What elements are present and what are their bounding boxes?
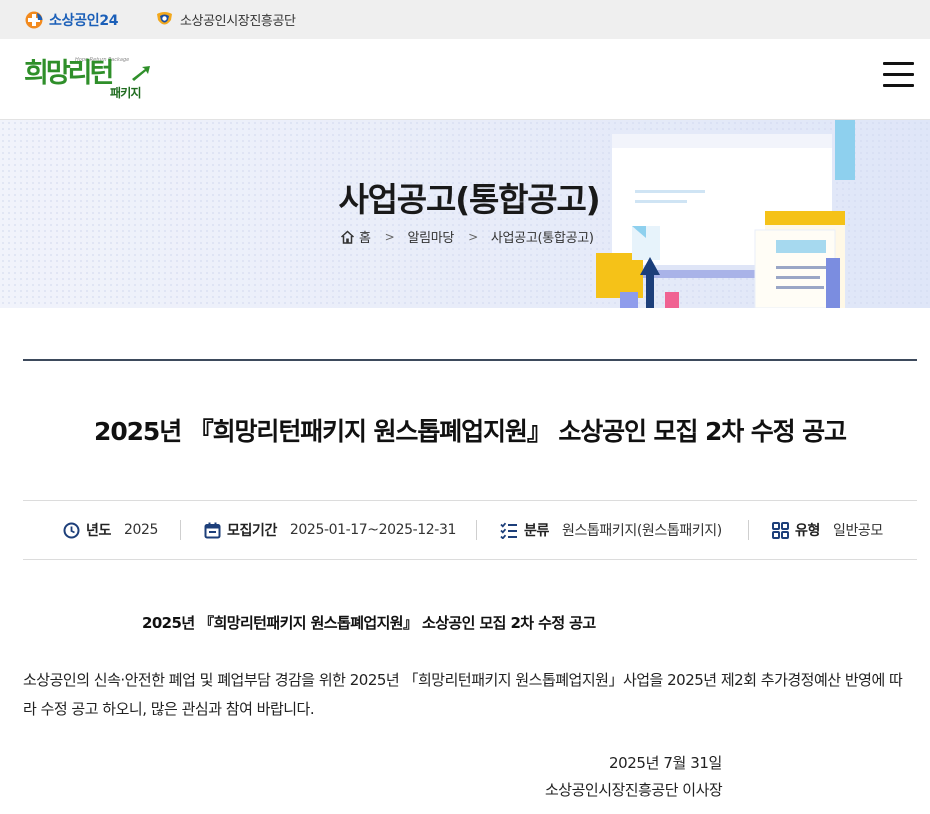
menu-line: [883, 73, 914, 76]
meta-type-label: 유형: [795, 523, 820, 539]
site-logo[interactable]: Hope Return Package 희망리턴 패키지: [24, 53, 150, 103]
meta-type-value: 일반공모: [832, 523, 883, 539]
semas-label: 소상공인시장진흥공단: [180, 14, 296, 29]
meta-year-label: 년도: [86, 523, 111, 539]
body-paragraph: 소상공인의 신속·안전한 폐업 및 폐업부담 경감을 위한 2025년 「희망리…: [23, 671, 903, 718]
page-hero: 사업공고(통합공고) 홈 > 알림마당 > 사업공고(통합공고): [0, 120, 930, 308]
chevron-right-icon: >: [468, 229, 478, 244]
breadcrumb-level1[interactable]: 알림마당: [407, 227, 454, 246]
menu-button[interactable]: [883, 62, 915, 90]
clock-icon: [63, 522, 80, 538]
meta-divider: [476, 520, 477, 540]
sb24-label: 소상공인24: [49, 12, 119, 29]
page-title: 사업공고(통합공고): [338, 180, 600, 219]
logo-text: 희망리턴: [24, 58, 114, 89]
logo-arrow-icon: [132, 66, 150, 81]
checklist-icon: [500, 522, 517, 539]
meta-period-value: 2025-01-17~2025-12-31: [289, 522, 456, 538]
meta-type: 유형 일반공모: [772, 501, 883, 559]
meta-category-label: 분류: [524, 523, 549, 539]
meta-period: 모집기간 2025-01-17~2025-12-31: [204, 501, 456, 559]
menu-line: [883, 84, 914, 87]
meta-period-label: 모집기간: [227, 523, 277, 539]
meta-divider: [180, 520, 181, 540]
site-header: Hope Return Package 희망리턴 패키지: [0, 39, 930, 120]
semas-link[interactable]: 소상공인시장진흥공단: [155, 0, 296, 39]
breadcrumb: 홈 > 알림마당 > 사업공고(통합공고): [340, 227, 594, 246]
semas-logo-icon: [157, 11, 172, 24]
top-utility-bar: 소상공인24 소상공인시장진흥공단: [0, 0, 930, 39]
signature-date: 2025년 7월 31일: [609, 754, 722, 772]
meta-category-value: 원스톱패키지(원스톱패키지): [561, 523, 722, 539]
sb24-logo-icon: [25, 11, 43, 28]
chevron-right-icon: >: [384, 229, 395, 244]
signature-org: 소상공인시장진흥공단 이사장: [545, 781, 723, 799]
post-title: 2025년 『희망리턴패키지 원스톱폐업지원』 소상공인 모집 2차 수정 공고: [94, 417, 847, 446]
menu-line: [883, 62, 914, 65]
meta-year: 년도 2025: [63, 501, 158, 559]
breadcrumb-level2[interactable]: 사업공고(통합공고): [491, 227, 594, 246]
meta-year-value: 2025: [123, 522, 158, 538]
home-icon[interactable]: [340, 229, 355, 244]
grid-icon: [772, 521, 789, 539]
sb24-link[interactable]: 소상공인24: [24, 0, 119, 39]
content-top-rule: [23, 359, 917, 361]
meta-category: 분류 원스톱패키지(원스톱패키지): [500, 501, 722, 559]
breadcrumb-home[interactable]: 홈: [359, 227, 371, 246]
calendar-icon: [204, 522, 221, 538]
meta-divider: [748, 520, 749, 540]
post-meta-bar: 년도 2025 모집기간 2025-01-17~2025-12-31 분류 원스…: [23, 500, 917, 560]
body-heading: 2025년 『희망리턴패키지 원스톱폐업지원』 소상공인 모집 2차 수정 공고: [142, 614, 596, 632]
logo-package-text: 패키지: [110, 86, 142, 100]
